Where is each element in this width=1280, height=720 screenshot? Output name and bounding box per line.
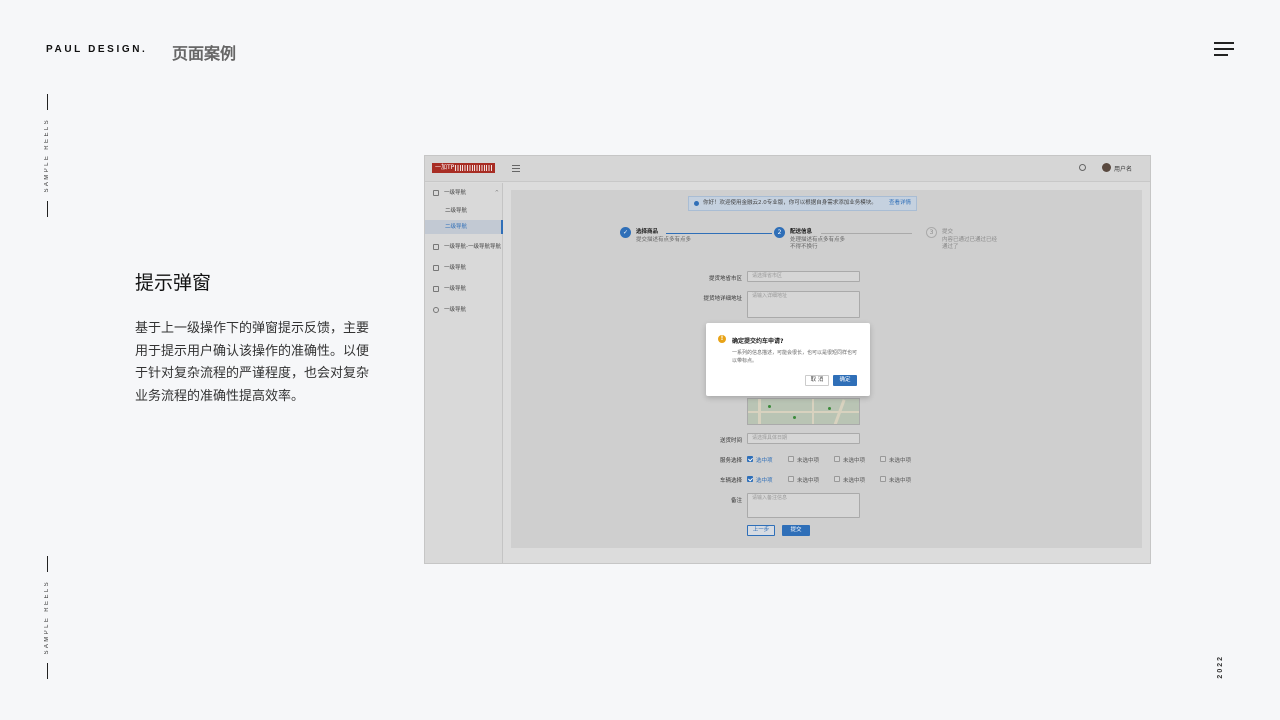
checkbox-icon	[880, 456, 886, 462]
step-divider	[666, 233, 772, 234]
alert-detail-link[interactable]: 查看详情	[889, 197, 911, 210]
collapse-icon[interactable]	[512, 165, 520, 172]
mock-app-window: 一加TP 用户名 一级导航 ^ 二级导航 二级导航 一级导航-一级导航导航 一级…	[424, 155, 1151, 564]
logo-stripes-icon	[455, 165, 493, 171]
step-desc-2: 不得不换行	[790, 244, 818, 250]
checkbox-checked-icon	[747, 476, 753, 482]
edit-icon	[433, 244, 439, 250]
warning-icon: !	[718, 335, 726, 343]
service-option-3[interactable]: 未选中项	[834, 456, 865, 464]
option-label: 选中项	[756, 458, 773, 464]
page-title: 页面案例	[172, 44, 237, 63]
checkbox-checked-icon	[747, 456, 753, 462]
nav-item-label: 一级导航	[444, 190, 467, 196]
step-title: 选择商品	[636, 229, 659, 235]
vehicle-label: 车辆选择	[719, 478, 742, 484]
step-desc-2: 通过了	[942, 244, 959, 250]
mock-top-bar: 一加TP 用户名	[425, 156, 1150, 182]
brand-logo[interactable]: PAUL DESIGN.	[46, 44, 147, 55]
option-label: 未选中项	[889, 458, 912, 464]
mock-sidebar: 一级导航 ^ 二级导航 二级导航 一级导航-一级导航导航 一级导航 一级导航 一…	[425, 183, 503, 563]
dialog-title: 确定提交约车申请?	[732, 338, 784, 345]
nav-item-label: 一级导航	[444, 265, 467, 271]
checkbox-icon	[788, 476, 794, 482]
nav-sub-item-1[interactable]: 二级导航	[425, 204, 503, 218]
province-select[interactable]: 请选择省市区	[747, 271, 860, 282]
step-title: 提交	[942, 229, 954, 235]
option-label: 未选中项	[797, 458, 820, 464]
option-label: 选中项	[756, 478, 773, 484]
list-icon	[433, 286, 439, 292]
nav-item-1[interactable]: 一级导航 ^	[425, 186, 503, 200]
note-label: 备注	[730, 498, 742, 504]
vehicle-option-4[interactable]: 未选中项	[880, 476, 911, 484]
service-option-4[interactable]: 未选中项	[880, 456, 911, 464]
nav-item-5[interactable]: 一级导航	[425, 303, 503, 317]
step-title: 配送信息	[790, 229, 813, 235]
info-alert: 你好！欢迎使用金融云2.0专业版，你可以根据自身需求添加业务模块。 查看详情	[688, 196, 917, 211]
service-option-2[interactable]: 未选中项	[788, 456, 819, 464]
note-textarea[interactable]: 请输入备注信息	[747, 493, 860, 518]
address-textarea[interactable]: 请输入详细地址	[747, 291, 860, 318]
confirm-dialog: ! 确定提交约车申请? 一系列的信息描述，可能会很长，也可以是很短同样也可以带标…	[706, 323, 870, 396]
checkbox-icon	[880, 476, 886, 482]
dialog-description: 一系列的信息描述，可能会很长，也可以是很短同样也可以带标点。	[732, 350, 858, 364]
step-number: 2	[774, 227, 785, 238]
prev-button[interactable]: 上一步	[747, 525, 775, 536]
dialog-cancel-button[interactable]: 取 消	[805, 375, 829, 386]
nav-item-2[interactable]: 一级导航-一级导航导航	[425, 240, 503, 254]
search-icon[interactable]	[1079, 164, 1086, 171]
option-label: 未选中项	[797, 478, 820, 484]
reel-text: SAMPLE REELS	[44, 118, 50, 193]
vehicle-option-3[interactable]: 未选中项	[834, 476, 865, 484]
option-label: 未选中项	[889, 478, 912, 484]
map-picker[interactable]	[747, 398, 860, 425]
nav-sub-label: 二级导航	[445, 208, 468, 214]
nav-item-label: 一级导航-一级导航导航	[444, 244, 501, 250]
section-title: 提示弹窗	[135, 272, 212, 294]
step-desc: 提交描述有点多有点多	[636, 237, 692, 243]
nav-item-label: 一级导航	[444, 307, 467, 313]
reel-text: SAMPLE REELS	[44, 580, 50, 655]
address-label: 提货地详细地址	[703, 296, 742, 302]
option-label: 未选中项	[843, 458, 866, 464]
username[interactable]: 用户名	[1114, 164, 1132, 173]
chevron-up-icon: ^	[494, 190, 499, 196]
checkbox-icon	[834, 456, 840, 462]
province-label: 提货地省市区	[708, 276, 742, 282]
dialog-confirm-button[interactable]: 确定	[833, 375, 857, 386]
side-reel-bottom: SAMPLE REELS	[41, 556, 53, 679]
step-number: 3	[926, 227, 937, 238]
year-label: 2022	[1217, 655, 1224, 679]
vehicle-option-2[interactable]: 未选中项	[788, 476, 819, 484]
menu-icon[interactable]	[1214, 42, 1234, 58]
time-label: 送货时间	[719, 438, 742, 444]
side-reel-top: SAMPLE REELS	[41, 94, 53, 217]
mock-logo: 一加TP	[432, 163, 495, 173]
check-circle-icon	[433, 307, 439, 313]
service-label: 服务选择	[719, 458, 742, 464]
home-icon	[433, 190, 439, 196]
service-option-1[interactable]: 选中项	[747, 456, 773, 464]
avatar[interactable]	[1102, 163, 1111, 172]
vehicle-option-1[interactable]: 选中项	[747, 476, 773, 484]
nav-item-3[interactable]: 一级导航	[425, 261, 503, 275]
time-picker[interactable]: 请选择具体日期	[747, 433, 860, 444]
checkbox-icon	[788, 456, 794, 462]
step-divider	[821, 233, 912, 234]
step-done-icon: ✓	[620, 227, 631, 238]
card-icon	[433, 265, 439, 271]
mock-logo-text: 一加TP	[435, 164, 455, 171]
alert-text: 你好！欢迎使用金融云2.0专业版，你可以根据自身需求添加业务模块。	[703, 200, 877, 206]
submit-button[interactable]: 提交	[782, 525, 810, 536]
nav-item-label: 一级导航	[444, 286, 467, 292]
option-label: 未选中项	[843, 478, 866, 484]
nav-sub-label: 二级导航	[445, 224, 468, 230]
checkbox-icon	[834, 476, 840, 482]
section-description: 基于上一级操作下的弹窗提示反馈，主要用于提示用户确认该操作的准确性。以便于针对复…	[135, 321, 370, 405]
nav-sub-item-2[interactable]: 二级导航	[425, 220, 503, 234]
nav-item-4[interactable]: 一级导航	[425, 282, 503, 296]
